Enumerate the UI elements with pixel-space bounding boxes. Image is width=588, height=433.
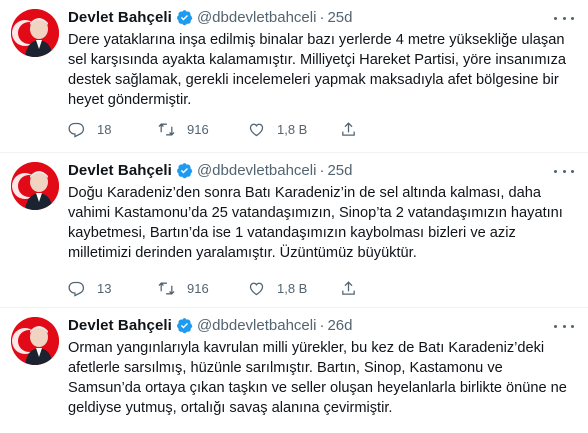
tweet-text: Doğu Karadeniz’den sonra Batı Karadeniz’… <box>68 185 563 261</box>
tweet-content: Devlet Bahçeli @dbdevletbahceli · 26d Or… <box>68 314 578 418</box>
retweet-icon <box>158 123 175 136</box>
share-button[interactable] <box>340 121 370 138</box>
share-button[interactable] <box>340 280 370 297</box>
reply-count: 18 <box>97 122 112 137</box>
author-handle[interactable]: @dbdevletbahceli <box>197 317 316 334</box>
author-name[interactable]: Devlet Bahçeli <box>68 317 172 334</box>
like-button[interactable]: 1,8 B <box>248 280 340 297</box>
tweet-feed: Devlet Bahçeli @dbdevletbahceli · 25d De… <box>0 0 588 433</box>
verified-badge-icon <box>176 317 193 334</box>
reply-button[interactable]: 13 <box>68 280 158 297</box>
author-name[interactable]: Devlet Bahçeli <box>68 9 172 26</box>
tweet-actions: 13 916 1,8 B <box>68 280 370 297</box>
share-icon <box>342 122 355 136</box>
like-button[interactable]: 1,8 B <box>248 121 340 138</box>
verified-badge-icon <box>176 9 193 26</box>
tweet[interactable]: Devlet Bahçeli @dbdevletbahceli · 26d Or… <box>0 308 588 433</box>
like-icon <box>249 123 264 137</box>
retweet-icon <box>158 282 175 295</box>
retweet-button[interactable]: 916 <box>158 280 248 297</box>
avatar[interactable] <box>11 317 59 365</box>
avatar[interactable] <box>11 9 59 57</box>
reply-button[interactable]: 18 <box>68 121 158 138</box>
reply-count: 13 <box>97 281 112 296</box>
separator-dot: · <box>319 8 325 26</box>
tweet-text: Orman yangınlarıyla kavrulan milli yürek… <box>68 340 567 416</box>
tweet-time[interactable]: 25d <box>327 162 352 179</box>
like-icon <box>249 282 264 296</box>
author-handle[interactable]: @dbdevletbahceli <box>197 9 316 26</box>
verified-badge-icon <box>176 162 193 179</box>
more-icon[interactable] <box>554 167 574 175</box>
separator-dot: · <box>319 161 325 179</box>
tweet-header: Devlet Bahçeli @dbdevletbahceli · 25d <box>68 159 578 181</box>
tweet[interactable]: Devlet Bahçeli @dbdevletbahceli · 25d De… <box>0 0 588 153</box>
more-icon[interactable] <box>554 14 574 22</box>
like-count: 1,8 B <box>277 281 308 296</box>
tweet[interactable]: Devlet Bahçeli @dbdevletbahceli · 25d Do… <box>0 153 588 308</box>
reply-icon <box>68 281 85 297</box>
like-count: 1,8 B <box>277 122 308 137</box>
tweet-text: Dere yataklarına inşa edilmiş binalar ba… <box>68 32 566 108</box>
retweet-count: 916 <box>187 281 209 296</box>
tweet-header: Devlet Bahçeli @dbdevletbahceli · 25d <box>68 6 578 28</box>
tweet-content: Devlet Bahçeli @dbdevletbahceli · 25d De… <box>68 6 578 110</box>
tweet-header: Devlet Bahçeli @dbdevletbahceli · 26d <box>68 314 578 336</box>
retweet-count: 916 <box>187 122 209 137</box>
author-handle[interactable]: @dbdevletbahceli <box>197 162 316 179</box>
tweet-time[interactable]: 26d <box>327 317 352 334</box>
share-icon <box>342 281 355 295</box>
retweet-button[interactable]: 916 <box>158 121 248 138</box>
more-icon[interactable] <box>554 322 574 330</box>
avatar[interactable] <box>11 162 59 210</box>
separator-dot: · <box>319 316 325 334</box>
tweet-time[interactable]: 25d <box>327 9 352 26</box>
author-name[interactable]: Devlet Bahçeli <box>68 162 172 179</box>
tweet-content: Devlet Bahçeli @dbdevletbahceli · 25d Do… <box>68 159 578 263</box>
reply-icon <box>68 122 85 138</box>
tweet-actions: 18 916 1,8 B <box>68 121 370 138</box>
